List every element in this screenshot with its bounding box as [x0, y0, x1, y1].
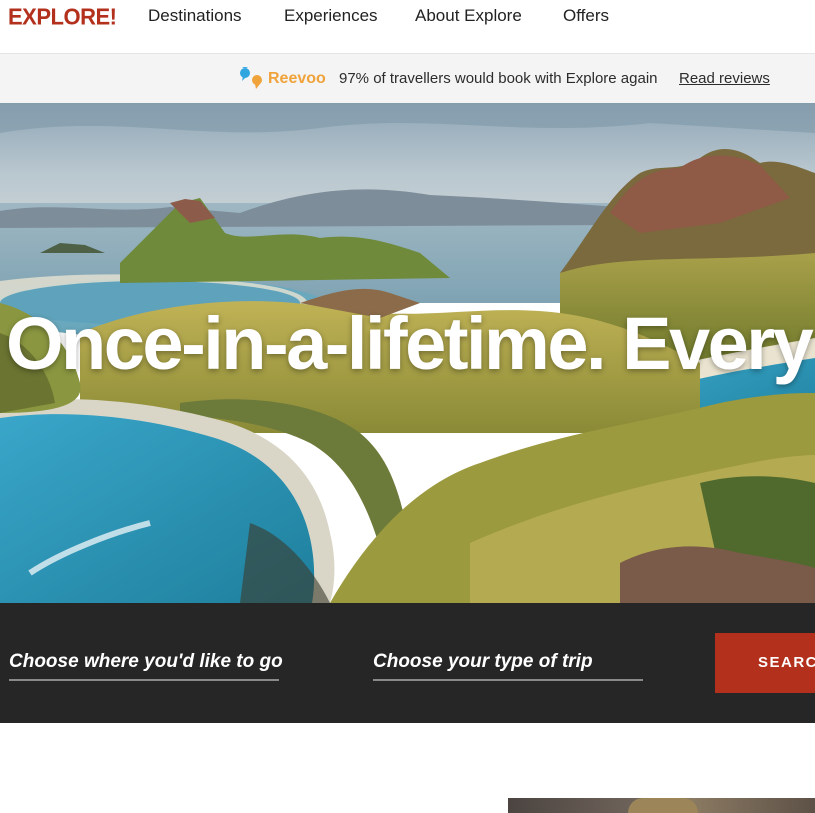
teaser-image-highlight: [628, 798, 698, 813]
trip-type-select[interactable]: Choose your type of trip: [373, 647, 643, 681]
reevoo-review-bar: Reevoo 97% of travellers would book with…: [0, 54, 815, 103]
content-section: [0, 723, 815, 813]
trip-search-bar: Choose where you'd like to go Choose you…: [0, 603, 815, 723]
trip-type-select-label: Choose your type of trip: [373, 651, 593, 672]
reevoo-speech-bubbles-icon: [240, 67, 262, 89]
explore-logo[interactable]: EXPLORE!: [8, 3, 117, 30]
top-navigation: EXPLORE! Destinations Experiences About …: [0, 0, 815, 54]
nav-item-offers[interactable]: Offers: [563, 6, 609, 26]
search-button[interactable]: SEARCH: [715, 633, 815, 693]
hero-headline: Once-in-a-lifetime. Every: [6, 302, 814, 385]
reevoo-rating-text: 97% of travellers would book with Explor…: [339, 70, 658, 87]
hero-banner: Once-in-a-lifetime. Every: [0, 103, 815, 603]
teaser-image[interactable]: [508, 798, 815, 813]
nav-item-experiences[interactable]: Experiences: [284, 6, 378, 26]
nav-item-destinations[interactable]: Destinations: [148, 6, 242, 26]
nav-item-about-explore[interactable]: About Explore: [415, 6, 522, 26]
destination-select[interactable]: Choose where you'd like to go: [9, 647, 283, 681]
read-reviews-link[interactable]: Read reviews: [679, 70, 770, 87]
reevoo-brand-label: Reevoo: [268, 70, 326, 87]
destination-select-label: Choose where you'd like to go: [9, 651, 283, 672]
